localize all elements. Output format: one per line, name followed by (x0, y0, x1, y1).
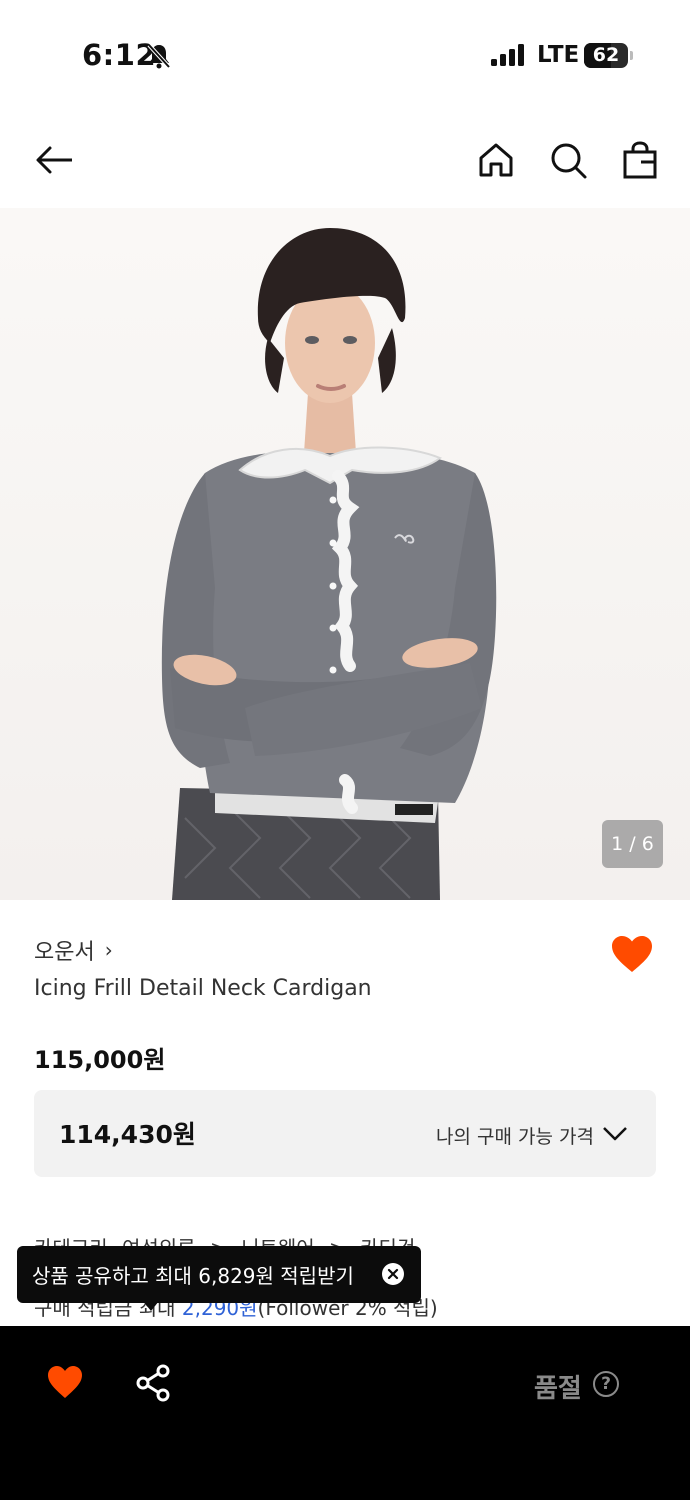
status-bar: 6:12 LTE 62 (0, 0, 690, 110)
share-icon[interactable] (135, 1364, 171, 1402)
battery-cap (630, 51, 633, 60)
search-icon (551, 143, 587, 179)
top-navigation (0, 120, 690, 200)
back-button[interactable] (32, 138, 76, 182)
cart-button[interactable] (618, 138, 662, 182)
my-price-dropdown[interactable]: 114,430원 나의 구매 가능 가격 (34, 1090, 656, 1177)
image-counter: 1 / 6 (602, 820, 663, 868)
chevron-down-icon (603, 1127, 627, 1141)
network-label: LTE (537, 42, 580, 68)
back-arrow-icon (36, 146, 72, 174)
bottom-action-bar: 품절 ? (0, 1326, 690, 1500)
search-button[interactable] (546, 138, 590, 182)
status-time: 6:12 (82, 38, 157, 72)
product-price: 115,000원 (34, 1046, 166, 1074)
product-name: Icing Frill Detail Neck Cardigan (34, 976, 372, 1001)
brand-link[interactable]: 오운서 › (34, 934, 113, 966)
brand-name: 오운서 (34, 940, 95, 965)
product-image[interactable] (0, 208, 690, 900)
close-icon (387, 1268, 399, 1280)
tooltip-close-button[interactable] (382, 1263, 404, 1285)
battery-indicator: 62 (584, 43, 628, 68)
signal-icon (491, 44, 524, 66)
soldout-label: 품절 (534, 1374, 582, 1404)
my-price-value: 114,430원 (59, 1120, 196, 1149)
chevron-right-icon: › (104, 938, 113, 962)
battery-label: 62 (592, 44, 620, 66)
tooltip-arrow (143, 1301, 159, 1311)
share-reward-tooltip[interactable]: 상품 공유하고 최대 6,829원 적립받기 (17, 1246, 421, 1303)
bell-slash-icon (147, 43, 171, 69)
home-button[interactable] (474, 138, 518, 182)
tooltip-text: 상품 공유하고 최대 6,829원 적립받기 (32, 1264, 354, 1288)
help-icon[interactable]: ? (593, 1371, 619, 1397)
home-icon (479, 143, 513, 177)
shopping-bag-icon (623, 141, 657, 179)
product-photo (161, 228, 497, 900)
my-price-label: 나의 구매 가능 가격 (436, 1126, 594, 1148)
heart-icon[interactable] (46, 1364, 84, 1400)
wishlist-heart-icon[interactable] (610, 934, 654, 974)
